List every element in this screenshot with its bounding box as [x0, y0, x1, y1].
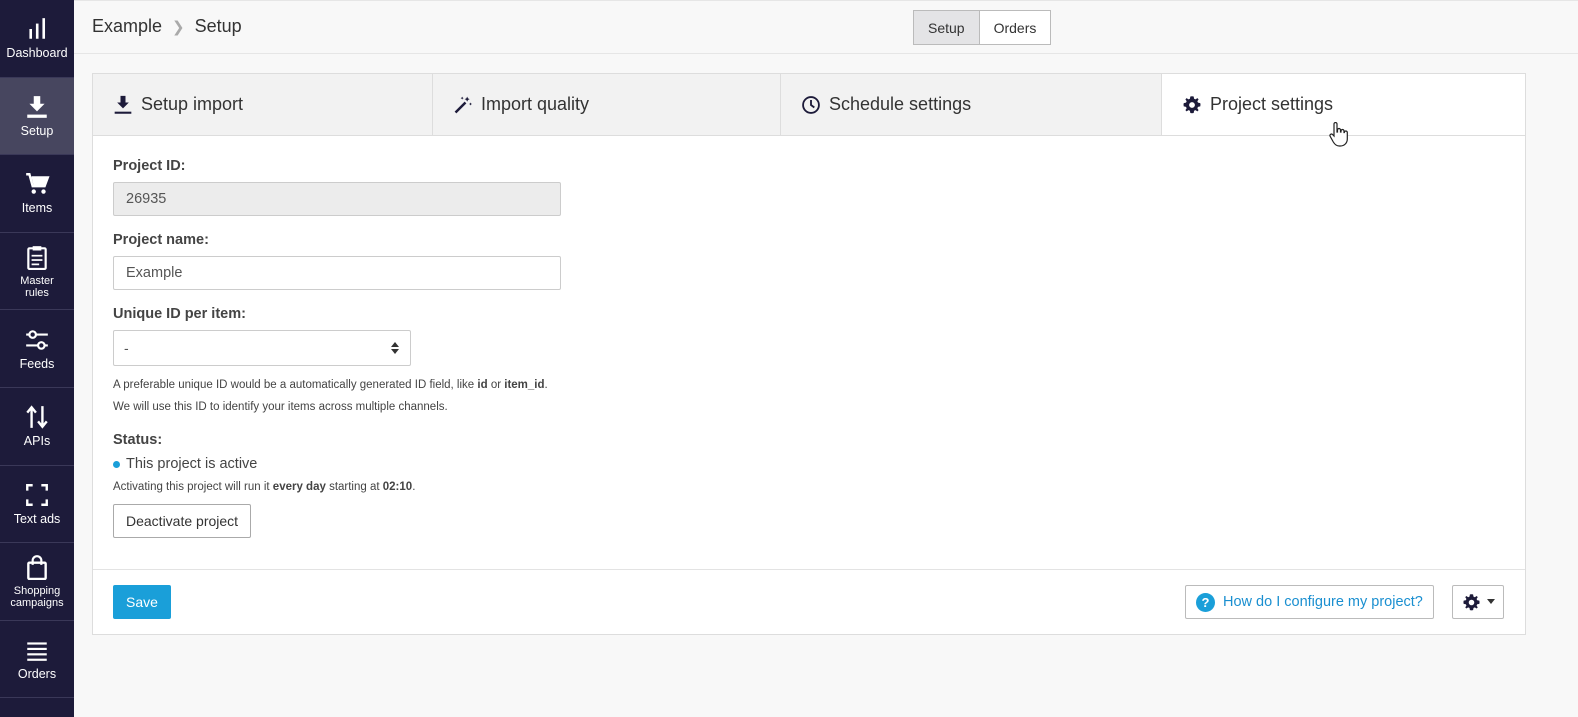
sidebar-item-setup[interactable]: Setup: [0, 77, 74, 156]
sidebar-item-label: Master rules: [20, 274, 54, 299]
tab-schedule-settings[interactable]: Schedule settings: [781, 74, 1162, 135]
sidebar-item-label: APIs: [23, 434, 51, 449]
cart-icon: [26, 173, 50, 195]
unique-id-help: A preferable unique ID would be a automa…: [113, 374, 1505, 418]
tab-bar: Setup import Import quality Schedule set…: [93, 74, 1525, 136]
help-text: starting at: [325, 481, 383, 493]
unique-id-selected-value: -: [124, 340, 129, 356]
breadcrumb-root[interactable]: Example: [92, 16, 162, 37]
tab-label: Import quality: [481, 94, 590, 114]
help-text: A preferable unique ID would be a automa…: [113, 379, 478, 391]
status-text: This project is active: [126, 456, 258, 472]
sidebar-item-feeds[interactable]: Feeds: [0, 310, 74, 388]
tab-import-quality[interactable]: Import quality: [433, 74, 781, 135]
status-dot-icon: [113, 460, 120, 468]
help-text: or: [487, 379, 505, 391]
list-icon: [27, 642, 47, 661]
sidebar-item-shopping-campaigns[interactable]: Shopping campaigns: [0, 543, 74, 621]
unique-id-select[interactable]: -: [113, 330, 411, 366]
sidebar: Dashboard Setup Items Master rules Feeds…: [0, 0, 74, 717]
sidebar-item-orders[interactable]: Orders: [0, 621, 74, 699]
save-button[interactable]: Save: [113, 585, 171, 619]
tab-setup-import[interactable]: Setup import: [93, 74, 433, 135]
sidebar-item-label: Setup: [20, 123, 54, 138]
question-icon: ?: [1196, 592, 1215, 612]
arrows-updown-icon: [26, 405, 48, 429]
tab-label: Setup import: [141, 94, 244, 114]
download-icon: [27, 96, 47, 118]
expand-icon: [26, 483, 48, 506]
toggle-setup-button[interactable]: Setup: [913, 10, 980, 45]
toggle-orders-button[interactable]: Orders: [979, 10, 1052, 45]
activation-help: Activating this project will run it ever…: [113, 476, 1505, 498]
gear-icon: [1183, 95, 1201, 113]
bar-chart-icon: [29, 18, 46, 40]
sidebar-item-label: Text ads: [13, 511, 61, 526]
sort-caret-icon: [391, 342, 399, 354]
magic-wand-icon: [454, 96, 472, 113]
status-label: Status:: [113, 432, 163, 448]
gear-icon: [1462, 593, 1480, 610]
hand-cursor-icon: [1329, 122, 1348, 147]
sidebar-item-label: Shopping campaigns: [10, 584, 64, 609]
sidebar-item-text-ads[interactable]: Text ads: [0, 466, 74, 544]
chevron-right-icon: ❯: [172, 18, 185, 36]
breadcrumb: Example ❯ Setup: [92, 16, 242, 37]
sidebar-item-label: Dashboard: [6, 46, 68, 61]
top-bar: Example ❯ Setup Setup Orders: [74, 0, 1578, 54]
tab-label: Schedule settings: [829, 94, 972, 114]
sidebar-item-master-rules[interactable]: Master rules: [0, 233, 74, 311]
project-name-label: Project name:: [113, 232, 209, 248]
card-footer: Save ? How do I configure my project?: [93, 569, 1525, 635]
shopping-bag-icon: [27, 555, 47, 580]
sidebar-item-label: Orders: [17, 667, 57, 682]
project-settings-form: Project ID: Project name: Unique ID per …: [93, 136, 1525, 538]
download-icon: [114, 95, 132, 114]
sidebar-item-label: Feeds: [19, 356, 55, 371]
deactivate-project-button[interactable]: Deactivate project: [113, 504, 252, 538]
help-field-item-id: item_id: [504, 379, 545, 391]
help-configure-link[interactable]: ? How do I configure my project?: [1185, 585, 1434, 619]
breadcrumb-current: Setup: [194, 16, 242, 36]
help-text: .: [544, 379, 548, 391]
view-toggle: Setup Orders: [913, 10, 1052, 45]
caret-down-icon: [1486, 599, 1495, 604]
sidebar-item-apis[interactable]: APIs: [0, 388, 74, 466]
help-field-id: id: [477, 379, 488, 391]
activation-time: 02:10: [382, 481, 413, 493]
unique-id-label: Unique ID per item:: [113, 306, 246, 322]
tab-label: Project settings: [1210, 94, 1334, 114]
help-link-text: How do I configure my project?: [1223, 594, 1423, 610]
help-text: Activating this project will run it: [113, 481, 273, 493]
settings-card: Setup import Import quality Schedule set…: [92, 73, 1526, 635]
settings-dropdown-button[interactable]: [1452, 585, 1504, 619]
sidebar-item-dashboard[interactable]: Dashboard: [0, 0, 74, 78]
activation-frequency: every day: [272, 481, 326, 493]
clock-icon: [802, 95, 820, 114]
project-name-field[interactable]: [113, 256, 561, 290]
clipboard-icon: [27, 245, 47, 270]
sidebar-item-label: Items: [21, 201, 53, 216]
help-text: We will use this ID to identify your ite…: [113, 401, 448, 413]
sidebar-item-items[interactable]: Items: [0, 155, 74, 233]
help-text: .: [412, 481, 416, 493]
sliders-icon: [26, 329, 48, 350]
project-id-label: Project ID:: [113, 158, 186, 174]
status-indicator: This project is active: [113, 456, 1505, 472]
project-id-field: [113, 182, 561, 216]
